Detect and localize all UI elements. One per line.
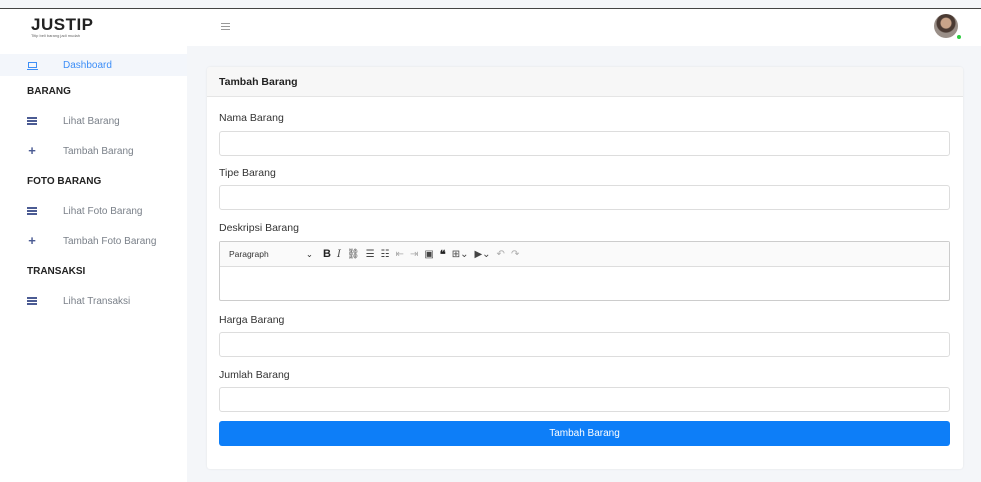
sidebar-item-label: Tambah Barang — [63, 145, 134, 157]
undo-icon[interactable]: ↶ — [497, 246, 505, 262]
tipe-barang-input[interactable] — [219, 185, 950, 210]
outdent-icon[interactable]: ⇤ — [396, 246, 404, 262]
paragraph-select[interactable]: Paragraph ⌄ — [229, 246, 317, 262]
harga-barang-input[interactable] — [219, 332, 950, 357]
laptop-icon — [26, 60, 38, 70]
sidebar-section-transaksi: TRANSAKSI — [27, 265, 86, 277]
media-embed-icon[interactable]: ▶⌄ — [474, 246, 490, 262]
table-icon[interactable]: ⊞⌄ — [452, 246, 469, 262]
sidebar-section-barang: BARANG — [27, 85, 71, 97]
redo-icon[interactable]: ↷ — [511, 246, 519, 262]
bold-icon[interactable]: B — [323, 246, 331, 262]
sidebar-item-lihat-barang[interactable]: Lihat Barang — [0, 106, 187, 136]
menu-toggle-icon[interactable] — [221, 23, 230, 30]
sidebar-nav: Dashboard BARANG Lihat Barang + Tambah B… — [0, 54, 187, 316]
top-bar — [187, 9, 981, 46]
list-icon — [27, 116, 37, 126]
avatar[interactable] — [934, 14, 958, 38]
tambah-barang-card: Tambah Barang Nama Barang Tipe Barang De… — [207, 67, 963, 469]
sidebar-item-dashboard[interactable]: Dashboard — [0, 54, 187, 76]
sidebar-section-foto-barang: FOTO BARANG — [27, 175, 102, 187]
bulleted-list-icon[interactable]: ☰ — [366, 246, 375, 262]
numbered-list-icon[interactable]: ☷ — [381, 246, 390, 262]
sidebar-item-lihat-foto-barang[interactable]: Lihat Foto Barang — [0, 196, 187, 226]
image-icon[interactable]: ▣ — [424, 246, 433, 262]
sidebar: JUSTIP Titip beli barang jadi mudah Dash… — [0, 9, 187, 482]
sidebar-item-tambah-foto-barang[interactable]: + Tambah Foto Barang — [0, 226, 187, 256]
list-icon — [27, 296, 37, 306]
tipe-barang-label: Tipe Barang — [219, 167, 276, 179]
blockquote-icon[interactable]: ❝ — [440, 246, 446, 262]
plus-icon: + — [28, 233, 36, 248]
sidebar-item-label: Dashboard — [63, 59, 112, 71]
editor-toolbar: Paragraph ⌄ B I ⛓ ☰ ☷ ⇤ ⇥ ▣ ❝ ⊞⌄ ▶⌄ ↶ ↷ — [220, 242, 949, 267]
link-icon[interactable]: ⛓ — [347, 246, 360, 262]
nama-barang-input[interactable] — [219, 131, 950, 156]
jumlah-barang-label: Jumlah Barang — [219, 369, 290, 381]
card-title: Tambah Barang — [207, 67, 963, 97]
sidebar-item-label: Lihat Foto Barang — [63, 205, 143, 217]
deskripsi-barang-label: Deskripsi Barang — [219, 222, 299, 234]
brand-tagline: Titip beli barang jadi mudah — [31, 33, 80, 38]
sidebar-item-label: Lihat Barang — [63, 115, 120, 127]
chevron-down-icon: ⌄ — [305, 248, 313, 259]
harga-barang-label: Harga Barang — [219, 314, 285, 326]
deskripsi-editor: Paragraph ⌄ B I ⛓ ☰ ☷ ⇤ ⇥ ▣ ❝ ⊞⌄ ▶⌄ ↶ ↷ — [219, 241, 950, 301]
nama-barang-label: Nama Barang — [219, 112, 284, 124]
italic-icon[interactable]: I — [337, 246, 341, 262]
plus-icon: + — [28, 143, 36, 158]
sidebar-item-tambah-barang[interactable]: + Tambah Barang — [0, 136, 187, 166]
sidebar-item-label: Lihat Transaksi — [63, 295, 131, 307]
indent-icon[interactable]: ⇥ — [410, 246, 418, 262]
sidebar-item-label: Tambah Foto Barang — [63, 235, 157, 247]
sidebar-item-lihat-transaksi[interactable]: Lihat Transaksi — [0, 286, 187, 316]
paragraph-select-label: Paragraph — [229, 249, 269, 259]
brand-logo[interactable]: JUSTIP Titip beli barang jadi mudah — [0, 9, 187, 46]
brand-name: JUSTIP — [31, 15, 94, 34]
online-status-indicator — [956, 34, 962, 40]
tambah-barang-button[interactable]: Tambah Barang — [219, 421, 950, 446]
jumlah-barang-input[interactable] — [219, 387, 950, 412]
list-icon — [27, 206, 37, 216]
